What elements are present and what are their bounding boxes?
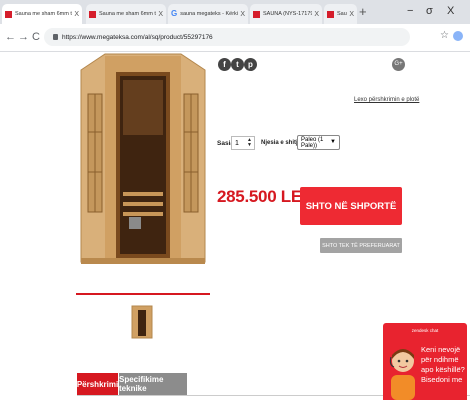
back-icon[interactable]: ←: [5, 30, 16, 44]
facebook-icon[interactable]: f: [218, 58, 231, 71]
tab-specifications[interactable]: Specifikime teknike: [119, 373, 187, 395]
favicon-icon: [89, 10, 96, 18]
browser-tab-3[interactable]: G sauna megateks - Kërkimi Goo X: [168, 4, 248, 24]
chat-widget[interactable]: zendesk chat Keni nevojë për ndihmë apo …: [383, 323, 467, 400]
chat-brand: zendesk chat: [411, 328, 439, 333]
product-image[interactable]: [75, 52, 211, 292]
profile-avatar-icon[interactable]: [453, 31, 463, 41]
minimize-icon[interactable]: −: [407, 4, 413, 18]
tab-description[interactable]: Përshkrimi: [77, 373, 118, 395]
twitter-icon[interactable]: t: [231, 58, 244, 71]
quantity-value: 1: [235, 139, 239, 147]
browser-tab-4[interactable]: SAUNA (NYS-171795 - megat X: [250, 4, 322, 24]
browser-tab-5[interactable]: Sauna me sham 6mm te temp X: [324, 4, 357, 24]
close-icon[interactable]: X: [314, 11, 319, 18]
close-icon[interactable]: X: [158, 11, 163, 18]
chevron-down-icon: ▼: [330, 139, 336, 145]
add-to-favorites-button[interactable]: SHTO TEK TË PREFERUARAT: [320, 238, 402, 253]
chat-message: Keni nevojë për ndihmë apo këshillë? Bis…: [421, 345, 465, 384]
browser-tab-1[interactable]: Sauna me sham 6mm te temp X: [2, 4, 82, 24]
address-bar[interactable]: https://www.megateksa.com/al/sq/product/…: [44, 28, 410, 46]
new-tab-icon[interactable]: +: [359, 5, 367, 19]
reload-icon[interactable]: C: [32, 30, 40, 44]
read-full-description-link[interactable]: Lexo përshkrimin e plotë: [354, 97, 419, 103]
pinterest-icon[interactable]: p: [244, 58, 257, 71]
favicon-icon: [327, 10, 334, 18]
address-bar-row: ← → C https://www.megateksa.com/al/sq/pr…: [0, 24, 470, 52]
product-thumbnail[interactable]: [131, 305, 153, 339]
browser-tab-2[interactable]: Sauna me sham 6mm te temp X: [86, 4, 166, 24]
add-to-cart-button[interactable]: SHTO NË SHPORTË: [300, 187, 402, 225]
browser-tab-bar: Sauna me sham 6mm te temp X Sauna me sha…: [0, 0, 470, 24]
close-icon[interactable]: X: [240, 11, 245, 18]
google-plus-icon[interactable]: G+: [392, 58, 405, 71]
tab-title: Sauna me sham 6mm te temp: [99, 11, 156, 17]
tab-title: SAUNA (NYS-171795 - megat: [263, 11, 312, 17]
tab-title: Sauna me sham 6mm te temp: [15, 11, 72, 17]
chat-agent-avatar: [389, 349, 415, 400]
favicon-icon: [253, 10, 260, 18]
image-active-indicator: [76, 293, 210, 295]
bookmark-star-icon[interactable]: ☆: [440, 30, 449, 41]
maximize-icon[interactable]: σ: [426, 4, 433, 18]
close-icon[interactable]: X: [349, 11, 354, 18]
url-text[interactable]: https://www.megateksa.com/al/sq/product/…: [62, 34, 213, 41]
tab-title: Sauna me sham 6mm te temp: [337, 11, 347, 17]
google-g-icon: G: [171, 9, 178, 18]
lock-icon: [53, 34, 58, 40]
forward-icon[interactable]: →: [18, 30, 29, 44]
window-close-icon[interactable]: X: [447, 4, 454, 18]
close-icon[interactable]: X: [74, 11, 79, 18]
variant-select[interactable]: Paleo (1 Pale)) ▼: [297, 135, 340, 150]
stepper-arrows-icon[interactable]: ▲ ▼: [247, 138, 252, 148]
menu-kebab-icon[interactable]: ⋮: [466, 29, 470, 40]
quantity-stepper[interactable]: 1 ▲ ▼: [231, 136, 255, 150]
favicon-icon: [5, 10, 12, 18]
tab-title: sauna megateks - Kërkimi Goo: [180, 11, 239, 17]
